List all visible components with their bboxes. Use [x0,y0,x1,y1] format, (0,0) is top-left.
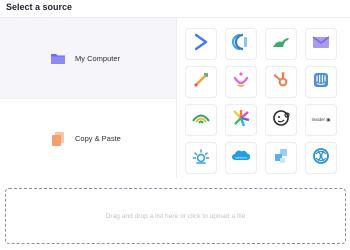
salesforce-wordmark: salesforce [235,155,247,159]
integration-tile[interactable] [185,104,217,136]
text-wordmark-logo-icon: Insider ▣ [311,117,331,122]
copy-paste-icon [50,131,66,147]
folder-icon [50,50,66,66]
hubspot-logo-icon [271,70,291,95]
integration-tile[interactable]: salesforce [225,142,257,174]
integration-tile[interactable] [225,104,257,136]
integration-tile[interactable] [185,66,217,98]
source-label: Copy & Paste [75,134,121,143]
blue-rings-logo-icon [231,32,251,57]
green-dinosaur-logo-icon [271,32,291,57]
integration-tile[interactable] [265,66,297,98]
integration-tile[interactable] [305,66,337,98]
pink-smile-logo-icon [231,70,251,95]
integration-tile[interactable] [265,28,297,60]
source-label: My Computer [75,53,121,63]
blue-knot-logo-icon [311,146,331,171]
green-wifi-arcs-logo-icon [191,108,211,133]
purple-envelope-logo-icon [311,32,331,57]
sun-rays-logo-icon [191,146,211,171]
integration-tile[interactable] [185,142,217,174]
blue-squares-logo-icon [271,146,291,171]
integration-tile[interactable] [225,66,257,98]
integration-tile[interactable] [265,142,297,174]
rocket-logo-icon [191,70,211,95]
integration-tile[interactable] [185,28,217,60]
colorful-burst-logo-icon [231,108,251,133]
integration-tile[interactable] [305,28,337,60]
intercom-logo-icon [311,70,331,95]
blue-chevron-logo-icon [191,32,211,57]
dropzone-text: Drag and drop a list here or click to up… [105,212,246,220]
source-copy-paste[interactable]: Copy & Paste [0,98,176,178]
integration-tile[interactable] [305,142,337,174]
integration-tile[interactable] [265,104,297,136]
upload-dropzone[interactable]: Drag and drop a list here or click to up… [5,188,346,244]
source-my-computer[interactable]: My Computer [0,18,176,98]
salesforce-logo-icon: salesforce [231,146,251,171]
integration-tile[interactable]: Insider ▣ [305,104,337,136]
column-divider [176,18,177,178]
integration-tile[interactable] [225,28,257,60]
page-title: Select a source [6,2,73,12]
mailchimp-logo-icon [271,108,291,133]
source-panel: My Computer Copy & Paste Insider ▣ sales… [0,18,350,178]
